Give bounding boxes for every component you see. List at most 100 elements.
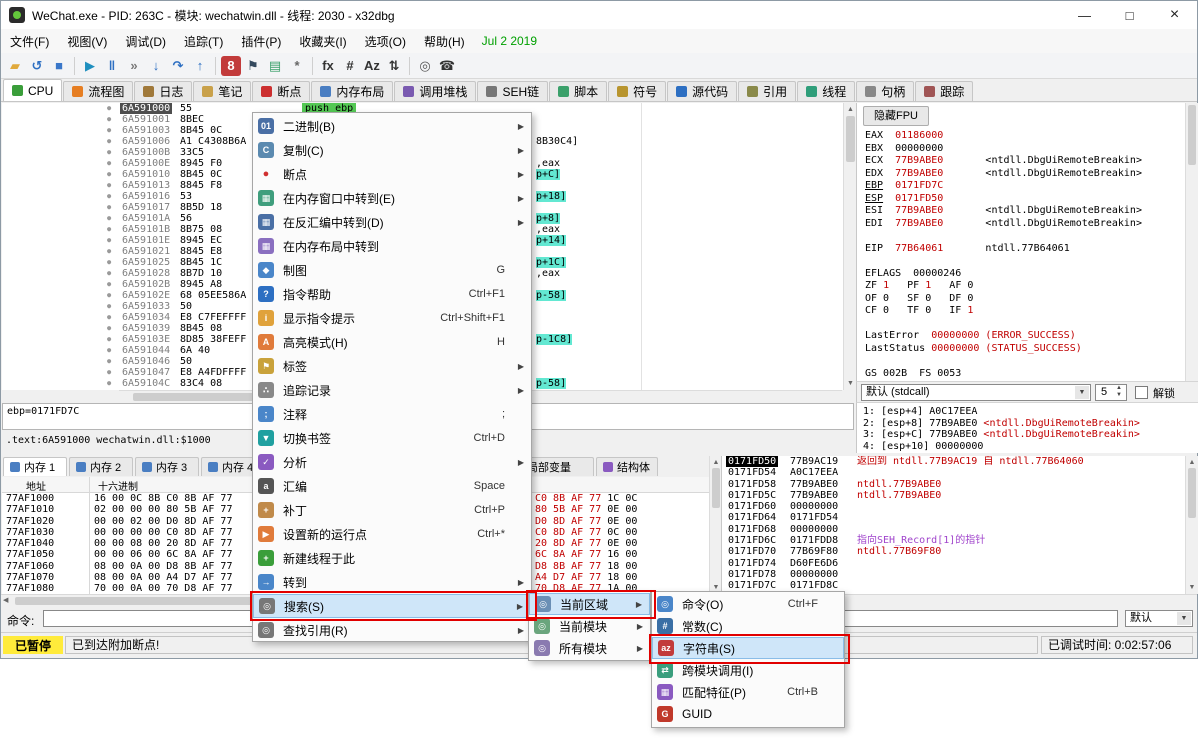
stack-panel[interactable]: 0171FD5077B9AC19返回到 ntdll.77B9AC19 自 ntd… (722, 456, 1185, 594)
tab-handles[interactable]: 句柄 (856, 81, 914, 101)
disassembly-vscrollbar[interactable]: ▲ ▼ (843, 103, 857, 390)
stack-row[interactable]: 0171FD5C77B9ABE0ntdll.77B9ABE0 (722, 490, 1185, 501)
log-icon[interactable]: 8 (221, 56, 241, 76)
scroll-down-icon[interactable]: ▼ (1186, 582, 1198, 593)
menu-item-find-references[interactable]: ◎查找引用(R)▶ (253, 618, 531, 642)
run-icon[interactable]: ▶ (80, 56, 100, 76)
register-line[interactable]: LastStatus 00000000 (STATUS_SUCCESS) (865, 343, 1142, 356)
register-line[interactable] (865, 230, 1142, 243)
bottom-tab-dump-1[interactable]: 内存 1 (3, 457, 67, 476)
register-line[interactable]: EBX 00000000 (865, 143, 1142, 156)
bottom-tab-struct[interactable]: 结构体 (596, 457, 658, 476)
close-button[interactable]: × (1152, 1, 1197, 29)
calling-convention-select[interactable]: 默认 (stdcall) ▼ (861, 384, 1091, 401)
stack-row[interactable]: 0171FD6000000000 (722, 501, 1185, 512)
restart-icon[interactable]: ↺ (27, 56, 47, 76)
bottom-tab-dump-2[interactable]: 内存 2 (69, 457, 133, 476)
settings-icon[interactable]: * (287, 56, 307, 76)
menu-item-assemble[interactable]: a汇编Space (253, 474, 531, 498)
register-line[interactable]: EDI 77B9ABE0 <ntdll.DbgUiRemoteBreakin> (865, 218, 1142, 231)
hide-fpu-button[interactable]: 隐藏FPU (863, 106, 929, 126)
tab-log[interactable]: 日志 (134, 81, 192, 101)
memory-map-icon[interactable]: ▤ (265, 56, 285, 76)
tab-symbols[interactable]: 符号 (608, 81, 666, 101)
register-line[interactable]: ECX 77B9ABE0 <ntdll.DbgUiRemoteBreakin> (865, 155, 1142, 168)
menu-item-analysis[interactable]: ✓分析▶ (253, 450, 531, 474)
submenu-item-guid[interactable]: GGUID (652, 703, 844, 725)
registers-panel[interactable]: 隐藏FPU EAX 01186000EBX 00000000ECX 77B9AB… (856, 103, 1198, 381)
search-icon[interactable]: ◎ (415, 56, 435, 76)
tab-memory-map[interactable]: 内存布局 (311, 81, 393, 101)
tab-source[interactable]: 源代码 (667, 81, 737, 101)
stack-row[interactable]: 0171FD54A0C17EEA (722, 467, 1185, 478)
menu-item-create-new-thread-here[interactable]: +新建线程于此 (253, 546, 531, 570)
menubar-item-0[interactable]: 文件(F) (1, 30, 58, 53)
register-line[interactable]: EFLAGS 00000246 (865, 268, 1142, 281)
flag-icon[interactable]: ⚑ (243, 56, 263, 76)
tab-cpu[interactable]: CPU (3, 79, 62, 101)
menubar-item-5[interactable]: 收藏夹(I) (290, 30, 355, 53)
menu-item-trace-record[interactable]: ∴追踪记录▶ (253, 378, 531, 402)
spinner-arrows-icon[interactable]: ▲▼ (1113, 385, 1125, 399)
menubar-item-4[interactable]: 插件(P) (232, 30, 290, 53)
register-line[interactable]: LastError 00000000 (ERROR_SUCCESS) (865, 330, 1142, 343)
menu-item-breakpoint[interactable]: ●断点▶ (253, 162, 531, 186)
unlock-checkbox[interactable] (1135, 386, 1148, 399)
menubar-item-7[interactable]: 帮助(H) (415, 30, 474, 53)
stack-row[interactable]: 0171FD640171FD54 (722, 512, 1185, 523)
tab-breakpoints[interactable]: 断点 (252, 81, 310, 101)
argument-depth-stepper[interactable]: 5 ▲▼ (1095, 384, 1127, 401)
skip-icon[interactable]: » (124, 56, 144, 76)
stack-row[interactable]: 0171FD5877B9ABE0ntdll.77B9ABE0 (722, 479, 1185, 490)
fx-icon[interactable]: fx (318, 56, 338, 76)
menu-item-patch[interactable]: +补丁Ctrl+P (253, 498, 531, 522)
maximize-button[interactable]: □ (1107, 1, 1152, 29)
stop-icon[interactable]: ■ (49, 56, 69, 76)
register-line[interactable]: GS 002B FS 0053 (865, 368, 1142, 381)
register-line[interactable]: ZF 1 PF 1 AF 0 (865, 280, 1142, 293)
register-line[interactable]: EIP 77B64061 ntdll.77B64061 (865, 243, 1142, 256)
tab-graph[interactable]: 流程图 (63, 81, 133, 101)
hash-icon[interactable]: # (340, 56, 360, 76)
stack-row[interactable]: 0171FD7C0171FD8C (722, 580, 1185, 591)
stack-row[interactable]: 0171FD74D60FE6D6 (722, 558, 1185, 569)
menu-item-show-mnemonic-brief[interactable]: i显示指令提示Ctrl+Shift+F1 (253, 306, 531, 330)
tab-references[interactable]: 引用 (738, 81, 796, 101)
register-line[interactable]: EDX 77B9ABE0 <ntdll.DbgUiRemoteBreakin> (865, 168, 1142, 181)
menu-item-follow-in-memory-map[interactable]: ▦在内存布局中转到 (253, 234, 531, 258)
register-line[interactable] (865, 255, 1142, 268)
az-icon[interactable]: Az (362, 56, 382, 76)
submenu-item-command[interactable]: ◎命令(O)Ctrl+F (652, 593, 844, 615)
stack-row[interactable]: 0171FD7077B69F80ntdll.77B69F80 (722, 546, 1185, 557)
scrollbar-thumb[interactable] (1188, 105, 1196, 165)
scrollbar-thumb[interactable] (712, 468, 720, 508)
tab-threads[interactable]: 线程 (797, 81, 855, 101)
submenu-item-all-modules[interactable]: ◎所有模块▶ (529, 637, 650, 659)
pause-icon[interactable]: ‖ (102, 56, 122, 76)
scrollbar-thumb[interactable] (846, 116, 855, 162)
stack-row[interactable]: 0171FD5077B9AC19返回到 ntdll.77B9AC19 自 ntd… (722, 456, 1185, 467)
scrollbar-thumb[interactable] (1188, 468, 1196, 518)
scroll-up-icon[interactable]: ▲ (1186, 457, 1198, 468)
menu-item-graph[interactable]: ◆制图G (253, 258, 531, 282)
sort-icon[interactable]: ⇅ (384, 56, 404, 76)
menubar-item-2[interactable]: 调试(D) (116, 30, 175, 53)
tab-script[interactable]: 脚本 (549, 81, 607, 101)
stack-row[interactable]: 0171FD6C0171FDD8指向SEH_Record[1]的指针 (722, 535, 1185, 546)
menubar-item-6[interactable]: 选项(O) (356, 30, 415, 53)
tab-call-stack[interactable]: 调用堆栈 (394, 81, 476, 101)
menu-item-binary[interactable]: 01二进制(B)▶ (253, 114, 531, 138)
menu-item-follow-in-memory-window[interactable]: ▦在内存窗口中转到(E)▶ (253, 186, 531, 210)
bottom-tab-dump-3[interactable]: 内存 3 (135, 457, 199, 476)
register-line[interactable]: ESP 0171FD50 (865, 193, 1142, 206)
stack-vscrollbar[interactable]: ▲ ▼ (1185, 456, 1198, 594)
registers-vscrollbar[interactable] (1185, 103, 1198, 381)
register-line[interactable] (865, 355, 1142, 368)
tab-notes[interactable]: 笔记 (193, 81, 251, 101)
step-into-icon[interactable]: ↓ (146, 56, 166, 76)
tab-seh[interactable]: SEH链 (477, 81, 548, 101)
menu-item-highlighting-mode[interactable]: A高亮模式(H)H (253, 330, 531, 354)
minimize-button[interactable]: — (1062, 1, 1107, 29)
menu-item-follow-in-disassembler[interactable]: ▦在反汇编中转到(D)▶ (253, 210, 531, 234)
open-file-icon[interactable]: ▰ (5, 56, 25, 76)
